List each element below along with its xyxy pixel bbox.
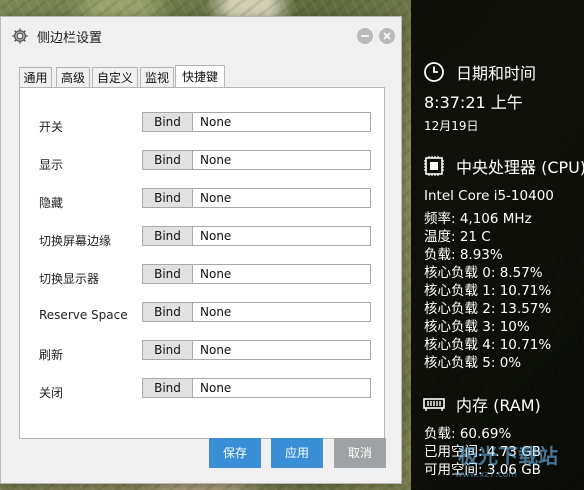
- tab-advanced[interactable]: 高级: [56, 67, 90, 87]
- sidebar-panel: 日期和时间 8:37:21 上午 12月19日 中央处理器 (CPU) Inte…: [411, 0, 584, 490]
- tab-monitor[interactable]: 监视: [140, 67, 174, 87]
- minimize-icon: [361, 35, 369, 37]
- bind-button-show[interactable]: Bind: [142, 150, 193, 170]
- hotkey-value-hide: None: [193, 188, 371, 208]
- bind-button-switch-monitor[interactable]: Bind: [142, 264, 193, 284]
- cpu-icon: [423, 155, 445, 177]
- cpu-core-load: 核心负载 0: 8.57%: [424, 265, 543, 281]
- bind-button-toggle[interactable]: Bind: [142, 112, 193, 132]
- tab-general[interactable]: 通用: [19, 67, 52, 87]
- close-icon: [383, 32, 391, 40]
- bind-button-switch-edge[interactable]: Bind: [142, 226, 193, 246]
- cancel-button[interactable]: 取消: [334, 438, 386, 468]
- hotkey-value-show: None: [193, 150, 371, 170]
- hotkey-label-show: 显示: [39, 158, 64, 172]
- close-button[interactable]: [379, 28, 395, 44]
- datetime-header: 日期和时间: [423, 60, 536, 84]
- cpu-temperature: 温度: 21 C: [424, 229, 491, 245]
- bind-button-hide[interactable]: Bind: [142, 188, 193, 208]
- hotkeys-panel: 开关 Bind None 显示 Bind None 隐藏 Bind None 切…: [19, 87, 385, 439]
- cpu-header: 中央处理器 (CPU): [423, 154, 584, 178]
- cpu-core-load: 核心负载 5: 0%: [424, 355, 522, 371]
- clock-icon: [423, 61, 445, 83]
- hotkey-value-reserve-space: None: [193, 302, 371, 322]
- tab-custom[interactable]: 自定义: [92, 67, 138, 87]
- hotkey-label-reserve-space: Reserve Space: [39, 308, 128, 322]
- cpu-core-load: 核心负载 1: 10.71%: [424, 283, 552, 299]
- tab-hotkeys[interactable]: 快捷键: [175, 65, 225, 87]
- cpu-core-load: 核心负载 3: 10%: [424, 319, 530, 335]
- save-button[interactable]: 保存: [209, 438, 261, 468]
- cpu-core-load: 核心负载 4: 10.71%: [424, 337, 552, 353]
- hotkey-label-switch-edge: 切换屏幕边缘: [39, 234, 112, 248]
- cpu-load: 负载: 8.93%: [424, 247, 503, 263]
- hotkey-label-switch-monitor: 切换显示器: [39, 272, 100, 286]
- hotkey-label-refresh: 刷新: [39, 348, 64, 362]
- window-title: 侧边栏设置: [37, 31, 103, 46]
- hotkey-value-toggle: None: [193, 112, 371, 132]
- hotkey-label-hide: 隐藏: [39, 196, 64, 210]
- hotkey-label-close: 关闭: [39, 386, 64, 400]
- gear-icon: [11, 27, 29, 45]
- apply-button[interactable]: 应用: [271, 438, 323, 468]
- bind-button-refresh[interactable]: Bind: [142, 340, 193, 360]
- hotkey-value-switch-monitor: None: [193, 264, 371, 284]
- hotkey-value-close: None: [193, 378, 371, 398]
- cpu-core-load: 核心负载 2: 13.57%: [424, 301, 552, 317]
- watermark-url: www.xz7.com: [455, 470, 517, 480]
- ram-icon: [423, 393, 445, 415]
- current-time: 8:37:21 上午: [424, 93, 523, 112]
- minimize-button[interactable]: [357, 28, 373, 44]
- settings-window: 侧边栏设置 通用 高级 自定义 监视 快捷键 开关 Bind None 显示 B…: [0, 16, 402, 484]
- title-bar[interactable]: 侧边栏设置: [1, 17, 401, 53]
- hotkey-value-refresh: None: [193, 340, 371, 360]
- ram-title: 内存 (RAM): [456, 396, 541, 415]
- hotkey-label-toggle: 开关: [39, 120, 64, 134]
- bind-button-close[interactable]: Bind: [142, 378, 193, 398]
- watermark-logo: 极光下载站: [458, 444, 558, 468]
- hotkey-value-switch-edge: None: [193, 226, 371, 246]
- current-date: 12月19日: [424, 119, 479, 133]
- cpu-name: Intel Core i5-10400: [424, 188, 554, 204]
- bind-button-reserve-space[interactable]: Bind: [142, 302, 193, 322]
- cpu-title: 中央处理器 (CPU): [456, 158, 584, 177]
- cpu-frequency: 频率: 4,106 MHz: [424, 211, 532, 227]
- datetime-title: 日期和时间: [456, 64, 537, 83]
- ram-header: 内存 (RAM): [423, 392, 541, 416]
